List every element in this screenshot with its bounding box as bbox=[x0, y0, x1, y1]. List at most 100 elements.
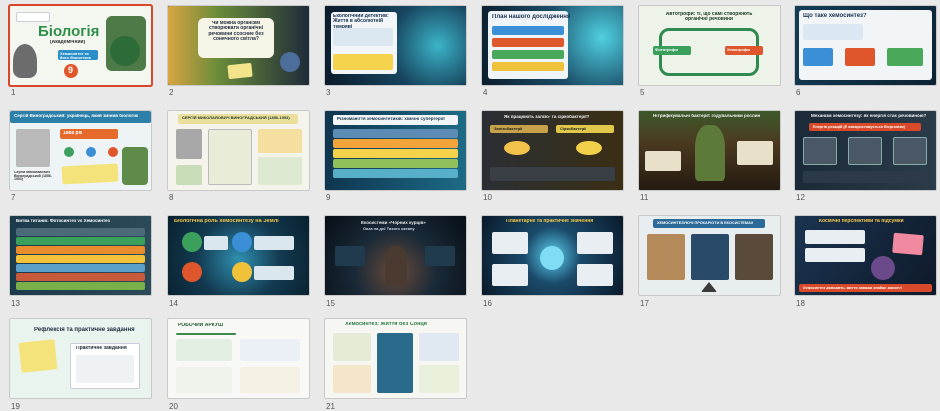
slide-number: 20 bbox=[169, 402, 178, 411]
topic-text: Хемосинтез та його біологічна роль bbox=[60, 52, 91, 65]
info-card-1 bbox=[492, 232, 528, 254]
table-row bbox=[333, 169, 458, 178]
plan-item-2 bbox=[492, 38, 564, 47]
table-row bbox=[333, 149, 458, 158]
slide-thumbnail-12[interactable]: Механізм хемосинтезу: як енергія стає ре… bbox=[795, 111, 936, 190]
slide-number: 15 bbox=[326, 299, 335, 308]
slide-thumbnail-4[interactable]: План нашого дослідження bbox=[482, 6, 623, 85]
slide-number: 7 bbox=[11, 193, 16, 202]
slide-thumbnail-2[interactable]: Чи можна організмі створювати органічні … bbox=[168, 6, 309, 85]
divider bbox=[176, 333, 236, 335]
slide-title: Планетарне та практичне значення bbox=[506, 219, 594, 224]
slide-thumbnail-15[interactable]: Екосистеми «Чорних курців» Оаза на дні Т… bbox=[325, 216, 466, 295]
central-glow bbox=[540, 246, 564, 270]
energy-label: Енергія реакцій (Е використовується біор… bbox=[813, 125, 905, 129]
slide-number: 5 bbox=[640, 88, 645, 97]
info-card-left bbox=[645, 151, 681, 171]
timeline-dot-1 bbox=[64, 147, 74, 157]
slide-title: Біологічна роль хемосинтезу на Землі bbox=[174, 219, 279, 224]
role-icon-3 bbox=[182, 262, 202, 282]
slide-number: 21 bbox=[326, 402, 335, 411]
worksheet-block bbox=[240, 367, 300, 393]
slide-title: Механізм хемосинтезу: як енергія стає ре… bbox=[811, 114, 927, 118]
slide-title: РОБОЧИЙ АРКУШ bbox=[178, 323, 223, 328]
portrait-photo bbox=[16, 129, 50, 167]
slide-title: СЕРГІЙ МИКОЛАЙОВИЧ ВИНОГРАДСЬКИЙ (1856-1… bbox=[182, 116, 290, 120]
slide-title: Як працюють залізо- та сіркобактерії? bbox=[504, 115, 590, 119]
slide-thumbnail-19[interactable]: Рефлексія та практичне завдання Практичн… bbox=[10, 319, 151, 398]
slide-title: Сергій Виноградський: українець, який зм… bbox=[14, 114, 139, 118]
image-panel-1 bbox=[647, 234, 685, 280]
poster-block bbox=[333, 365, 371, 393]
step-panel-3 bbox=[893, 137, 927, 165]
slide-thumbnail-14[interactable]: Біологічна роль хемосинтезу на Землі bbox=[168, 216, 309, 295]
slide-sorter-grid: Біологія (Академічний) Хемосинтез та йог… bbox=[10, 6, 936, 411]
triangle-icon bbox=[701, 282, 717, 292]
slide-number: 14 bbox=[169, 299, 178, 308]
slide-number: 12 bbox=[796, 193, 805, 202]
timeline-dot-2 bbox=[86, 147, 96, 157]
question-icon bbox=[280, 52, 300, 72]
left-label: Фототрофи bbox=[655, 48, 678, 52]
text-block bbox=[254, 266, 294, 280]
slide-thumbnail-8[interactable]: СЕРГІЙ МИКОЛАЙОВИЧ ВИНОГРАДСЬКИЙ (1856-1… bbox=[168, 111, 309, 190]
conclusion-text: Хемосинтез доводить, життя завжди знайде… bbox=[803, 285, 902, 290]
slide-thumbnail-21[interactable]: Хемосинтез: Життя без Сонця bbox=[325, 319, 466, 398]
slide-thumbnail-6[interactable]: Що таке хемосинтез? bbox=[795, 6, 936, 85]
slide-thumbnail-17[interactable]: ХЕМОСИНТЕЗУЮЧІ ПРОКАРІОТИ В ЕКОСИСТЕМАХ bbox=[639, 216, 780, 295]
slide-thumbnail-3[interactable]: Екологічний детектив: Життя в абсолютній… bbox=[325, 6, 466, 85]
worksheet-block bbox=[240, 339, 300, 361]
slide-thumbnail-1[interactable]: Біологія (Академічний) Хемосинтез та йог… bbox=[10, 6, 151, 85]
slide-thumbnail-11[interactable]: Нітрифікувальні бактерії: годувальники р… bbox=[639, 111, 780, 190]
slide-thumbnail-9[interactable]: Різноманіття хемосинтетиків: хімічні суп… bbox=[325, 111, 466, 190]
grade-number: 9 bbox=[68, 66, 74, 75]
definition-block bbox=[803, 24, 863, 40]
slide-title: Біологія bbox=[38, 24, 100, 40]
slide-number: 2 bbox=[169, 88, 174, 97]
content-card bbox=[799, 10, 932, 80]
slide-title: Хемосинтез: Життя без Сонця bbox=[345, 322, 427, 327]
plan-item-3 bbox=[492, 50, 564, 59]
poster-block bbox=[419, 365, 459, 393]
highlight-block bbox=[333, 54, 393, 70]
reaction-glow-left bbox=[504, 141, 530, 155]
sticky-note bbox=[18, 339, 58, 373]
portrait-caption: Сергій Миколайович Виноградський (1856-1… bbox=[14, 171, 52, 182]
panda-illustration bbox=[13, 44, 37, 78]
slide-number: 6 bbox=[796, 88, 801, 97]
worksheet-block bbox=[176, 367, 232, 393]
planet-image bbox=[871, 256, 895, 280]
slide-title: Битва титанів: Фотосинтез vs Хемосинтез bbox=[16, 219, 110, 223]
slide-thumbnail-16[interactable]: Планетарне та практичне значення bbox=[482, 216, 623, 295]
info-panel bbox=[208, 129, 252, 185]
info-card-2 bbox=[577, 232, 613, 254]
info-card-1 bbox=[805, 230, 865, 244]
slide-thumbnail-13[interactable]: Битва титанів: Фотосинтез vs Хемосинтез bbox=[10, 216, 151, 295]
slide-number: 10 bbox=[483, 193, 492, 202]
text-block bbox=[204, 236, 228, 250]
note-panel bbox=[490, 167, 615, 181]
slide-thumbnail-5[interactable]: Автотрофи: ті, що самі створюють органіч… bbox=[639, 6, 780, 85]
task-text bbox=[76, 355, 134, 383]
slide-thumbnail-20[interactable]: РОБОЧИЙ АРКУШ bbox=[168, 319, 309, 398]
info-card-left bbox=[335, 246, 365, 266]
slide-title: План нашого дослідження bbox=[492, 14, 571, 20]
header-block bbox=[16, 12, 50, 22]
slide-thumbnail-18[interactable]: Космічні перспективи та підсумки Хемосин… bbox=[795, 216, 936, 295]
background-image bbox=[168, 216, 309, 295]
image-panel-2 bbox=[691, 234, 729, 280]
table-row bbox=[16, 255, 145, 263]
table-row bbox=[333, 139, 458, 148]
text-block bbox=[254, 236, 294, 250]
table-header bbox=[16, 228, 145, 236]
info-panel-right bbox=[258, 129, 302, 153]
slide-title: Рефлексія та практичне завдання bbox=[34, 327, 135, 333]
year-label: 1888 рік bbox=[63, 131, 83, 136]
slide-thumbnail-7[interactable]: Сергій Виноградський: українець, який зм… bbox=[10, 111, 151, 190]
slide-thumbnail-10[interactable]: Як працюють залізо- та сіркобактерії? За… bbox=[482, 111, 623, 190]
right-label: Сіркобактерії bbox=[560, 127, 587, 131]
slide-number: 17 bbox=[640, 299, 649, 308]
timeline-dot-3 bbox=[108, 147, 118, 157]
worksheet-block bbox=[176, 339, 232, 361]
table-header bbox=[333, 129, 458, 138]
